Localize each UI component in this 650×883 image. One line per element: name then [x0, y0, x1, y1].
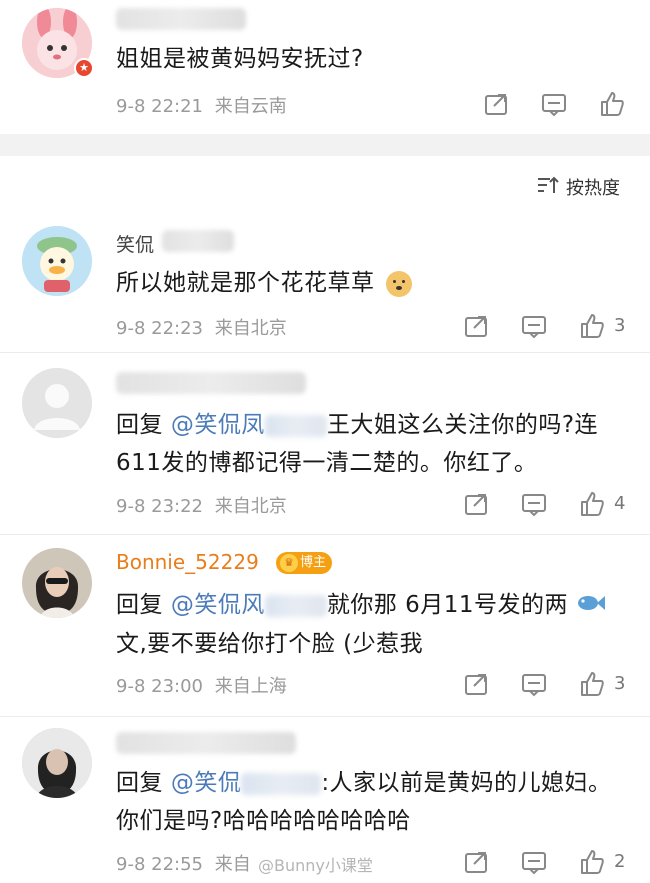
doge-emoji-icon	[386, 270, 413, 297]
comment-time: 9-8 23:00	[116, 676, 203, 697]
default-avatar-icon	[22, 368, 92, 438]
comment-item: 回复 @笑侃 :人家以前是黄妈的儿媳妇。 你们是吗?哈哈哈哈哈哈哈哈 9-8 22…	[0, 722, 650, 883]
comment-meta: 9-8 22:55 来自	[116, 850, 251, 876]
comment-time: 9-8 22:21	[116, 96, 203, 117]
like-icon[interactable]	[598, 90, 626, 118]
like-count: 3	[614, 315, 626, 336]
comment-text-line1: 就你那 6月11号发的两	[326, 592, 569, 618]
comment-text: 回复 @笑侃凤 王大姐这么关注你的吗?连 611发的博都记得一清二楚的。你红了。	[116, 406, 636, 482]
username-redacted	[116, 372, 306, 394]
mention-link[interactable]: @笑侃风	[171, 592, 265, 618]
share-icon[interactable]	[462, 312, 490, 340]
comment-time: 9-8 23:22	[116, 496, 203, 517]
comment-icon[interactable]	[520, 312, 548, 340]
comment-text: 所以她就是那个花花草草	[116, 264, 413, 302]
divider	[0, 352, 650, 353]
comment-item: 笑侃 所以她就是那个花花草草 9-8 22:23 来自北京 3	[0, 222, 650, 352]
like-icon[interactable]	[578, 848, 606, 876]
comment-item: Bonnie_52229 ♛ 博主 回复 @笑侃风 就你那 6月11号发的两 文,…	[0, 542, 650, 722]
comment-text-body: 所以她就是那个花花草草	[116, 270, 375, 296]
badge-label: 博主	[300, 555, 327, 570]
comment-source: 来自北京	[214, 318, 287, 339]
comment-text-line2: 611发的博都记得一清二楚的。你红了。	[116, 450, 538, 476]
like-count: 3	[614, 673, 626, 694]
comment-source: 来自北京	[214, 496, 287, 517]
like-icon[interactable]	[578, 670, 606, 698]
portrait-avatar-icon	[22, 728, 92, 798]
username-redacted	[116, 8, 246, 30]
comment-text: 回复 @笑侃 :人家以前是黄妈的儿媳妇。 你们是吗?哈哈哈哈哈哈哈哈	[116, 764, 636, 840]
comment-text: 回复 @笑侃风 就你那 6月11号发的两 文,要不要给你打个脸 (少惹我	[116, 586, 636, 663]
share-icon[interactable]	[462, 490, 490, 518]
comment-text-line1: :人家以前是黄妈的儿媳妇。	[321, 770, 612, 796]
vip-badge-icon: ★	[74, 58, 94, 78]
blogger-badge: ♛ 博主	[276, 552, 333, 574]
top-comment: ★ 姐姐是被黄妈妈安抚过? 9-8 22:21 来自云南	[0, 0, 650, 130]
crown-icon: ♛	[280, 554, 298, 572]
reply-prefix: 回复	[116, 592, 171, 618]
username-redacted	[116, 732, 296, 754]
username[interactable]: Bonnie_52229	[116, 550, 259, 574]
mention-redacted	[241, 772, 322, 795]
comment-icon[interactable]	[520, 490, 548, 518]
section-divider	[0, 134, 650, 156]
mention-link[interactable]: @笑侃凤	[171, 412, 265, 438]
comment-source: 来自上海	[214, 676, 287, 697]
comment-icon[interactable]	[520, 848, 548, 876]
sort-button[interactable]: 按热度	[536, 172, 636, 200]
comment-time: 9-8 22:55	[116, 854, 203, 875]
comment-text-line2: 你们是吗?哈哈哈哈哈哈哈哈	[116, 808, 411, 834]
comment-meta: 9-8 22:21 来自云南	[116, 92, 287, 118]
comment-time: 9-8 22:23	[116, 318, 203, 339]
reply-prefix: 回复	[116, 770, 171, 796]
avatar[interactable]	[22, 548, 92, 618]
comment-text-line2: 文,要不要给你打个脸 (少惹我	[116, 630, 424, 657]
sort-label: 按热度	[566, 178, 620, 199]
fish-emoji-icon	[576, 587, 606, 625]
comment-meta: 9-8 22:23 来自北京	[116, 314, 287, 340]
divider	[0, 716, 650, 717]
mention-redacted	[264, 414, 327, 437]
like-count: 4	[614, 493, 626, 514]
comment-meta: 9-8 23:00 来自上海	[116, 672, 287, 698]
share-icon[interactable]	[462, 848, 490, 876]
avatar[interactable]	[22, 368, 92, 438]
comment-source: 来自云南	[214, 96, 287, 117]
comment-text-line1: 王大姐这么关注你的吗?连	[326, 412, 599, 438]
like-icon[interactable]	[578, 490, 606, 518]
portrait-avatar-icon	[22, 548, 92, 618]
avatar[interactable]	[22, 728, 92, 798]
like-count: 2	[614, 851, 626, 872]
share-icon[interactable]	[462, 670, 490, 698]
avatar[interactable]	[22, 226, 92, 296]
comment-item: 回复 @笑侃凤 王大姐这么关注你的吗?连 611发的博都记得一清二楚的。你红了。 …	[0, 362, 650, 542]
mention-link[interactable]: @笑侃	[171, 770, 242, 796]
username-redacted	[162, 230, 234, 252]
comment-icon[interactable]	[520, 670, 548, 698]
reply-prefix: 回复	[116, 412, 171, 438]
username[interactable]: 笑侃	[116, 230, 154, 257]
comment-icon[interactable]	[540, 90, 568, 118]
comment-text: 姐姐是被黄妈妈安抚过?	[116, 46, 364, 72]
mention-redacted	[264, 594, 327, 617]
share-icon[interactable]	[482, 90, 510, 118]
like-icon[interactable]	[578, 312, 606, 340]
divider	[0, 534, 650, 535]
sort-hot-icon	[538, 176, 559, 193]
comment-meta: 9-8 23:22 来自北京	[116, 492, 287, 518]
duck-avatar-icon	[22, 226, 92, 296]
watermark: @Bunny小课堂	[258, 856, 373, 875]
comment-source: 来自	[214, 854, 251, 875]
